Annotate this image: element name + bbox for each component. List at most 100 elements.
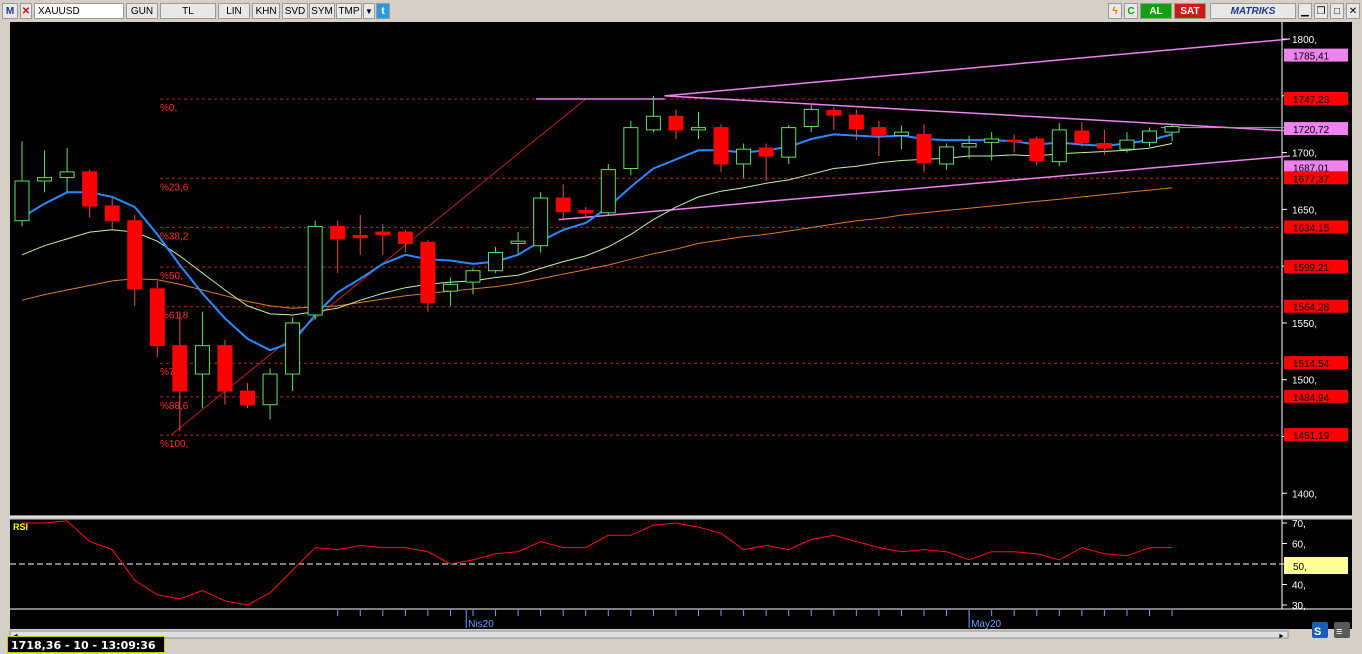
rsi-tick-label: 30,	[1292, 601, 1306, 612]
grid-icon[interactable]: ≡	[1334, 622, 1350, 638]
price-tick-label: 1700,	[1292, 149, 1317, 160]
chart-area[interactable]: %0,%23,6%38,2%50,%61,8%78,6%88,6%100, 18…	[0, 22, 1362, 653]
candle-down	[420, 241, 436, 304]
candle-up	[781, 127, 797, 158]
price-tag-label: 1599,21	[1293, 263, 1330, 274]
candle-up	[59, 171, 75, 179]
buy-button[interactable]: AL	[1140, 3, 1172, 19]
rsi-tick-label: 40,	[1292, 581, 1306, 592]
candle-down	[217, 345, 233, 392]
fib-level-label: %38,2	[160, 231, 189, 242]
lightning-icon[interactable]: ϟ	[1108, 3, 1122, 19]
price-tag-label: 1484,94	[1293, 393, 1330, 404]
sym-button[interactable]: SYM	[309, 3, 335, 19]
template-button[interactable]: TMP	[336, 3, 362, 19]
candle-down	[375, 231, 391, 235]
candle-up	[1164, 125, 1180, 133]
app-logo: M	[2, 3, 18, 19]
candle-down	[1029, 138, 1045, 162]
period-button[interactable]: GUN	[126, 3, 158, 19]
candle-down	[871, 127, 887, 137]
price-tick-label: 1400,	[1292, 489, 1317, 500]
twitter-icon[interactable]: t	[376, 3, 390, 19]
svd-button[interactable]: SVD	[282, 3, 308, 19]
linear-scale-button[interactable]: LIN	[218, 3, 250, 19]
fib-level-label: %23,6	[160, 182, 189, 193]
candle-up	[1119, 139, 1135, 150]
candle-down	[104, 205, 120, 222]
dropdown-arrow-icon[interactable]: ▼	[363, 3, 375, 19]
candle-up	[600, 169, 616, 214]
price-tick-label: 1550,	[1292, 319, 1317, 330]
fib-level-label: %50,	[160, 271, 183, 282]
candle-up	[307, 225, 323, 316]
candle-down	[172, 345, 188, 392]
candle-down	[82, 171, 98, 207]
price-tag-label: 1785,41	[1293, 52, 1330, 63]
maximize-icon[interactable]: □	[1330, 3, 1344, 19]
time-axis	[10, 609, 1352, 629]
fib-level-label: %100,	[160, 439, 188, 450]
status-bar: 1718,36 - 10 - 13:09:36	[7, 636, 165, 653]
candle-up	[623, 127, 639, 169]
minimize-icon[interactable]: ▁	[1298, 3, 1312, 19]
rsi-tick-label: 60,	[1292, 540, 1306, 551]
candle-down	[1074, 130, 1090, 143]
candle-up	[262, 373, 278, 406]
price-tag-label: 1747,23	[1293, 95, 1330, 106]
close-window-icon[interactable]: ✕	[1346, 3, 1360, 19]
candle-down	[916, 133, 932, 164]
price-tag-label: 1564,28	[1293, 303, 1330, 314]
rsi-value-tag-label: 50,	[1293, 562, 1307, 573]
restore-icon[interactable]: ❐	[1314, 3, 1328, 19]
candle-down	[713, 127, 729, 165]
price-tag-label: 1634,15	[1293, 223, 1330, 234]
price-tick-label: 1800,	[1292, 35, 1317, 46]
fib-level-label: %0,	[160, 103, 177, 114]
candle-down	[555, 197, 571, 213]
candle-down	[149, 288, 165, 347]
price-tick-label: 1500,	[1292, 376, 1317, 387]
rsi-tick-label: 70,	[1292, 519, 1306, 530]
settings-icon[interactable]: S	[1312, 622, 1328, 638]
refresh-icon[interactable]: C	[1124, 3, 1138, 19]
candle-down	[1006, 139, 1022, 143]
candle-down	[758, 147, 774, 157]
candle-down	[578, 210, 594, 214]
candle-up	[1142, 130, 1157, 143]
candle-up	[961, 143, 977, 148]
candle-up	[645, 115, 661, 131]
candle-up	[194, 345, 210, 375]
time-label: May20	[971, 619, 1001, 630]
candle-down	[352, 234, 368, 239]
candle-up	[285, 322, 301, 375]
candle-up	[803, 108, 819, 127]
candle-up	[442, 283, 458, 292]
candle-down	[826, 110, 842, 116]
candle-up	[939, 146, 955, 165]
candle-up	[533, 197, 549, 247]
candle-down	[330, 225, 346, 240]
candle-up	[984, 138, 1000, 143]
candle-down	[240, 390, 255, 406]
symbol-input[interactable]: XAUUSD	[34, 3, 124, 19]
chart-toolbar: M ✕ XAUUSD GUN TL LIN KHN SVD SYM TMP ▼ …	[0, 0, 1362, 23]
khn-button[interactable]: KHN	[252, 3, 280, 19]
sell-button[interactable]: SAT	[1174, 3, 1206, 19]
price-tag-label: 1514,54	[1293, 359, 1330, 370]
candle-down	[668, 115, 684, 131]
candle-down	[397, 231, 413, 244]
currency-button[interactable]: TL	[160, 3, 216, 19]
rsi-label: RSI	[13, 522, 28, 532]
candle-up	[488, 252, 504, 272]
candle-up	[37, 177, 53, 182]
scroll-right-icon[interactable]: ►	[1278, 633, 1285, 640]
candle-up	[736, 148, 752, 165]
price-tick-label: 1650,	[1292, 205, 1317, 216]
close-symbol-icon[interactable]: ✕	[20, 3, 32, 19]
candle-up	[1051, 129, 1067, 163]
svg-text:S: S	[1314, 626, 1321, 638]
candle-up	[893, 131, 909, 137]
candle-down	[1096, 143, 1112, 149]
candle-down	[848, 114, 864, 130]
